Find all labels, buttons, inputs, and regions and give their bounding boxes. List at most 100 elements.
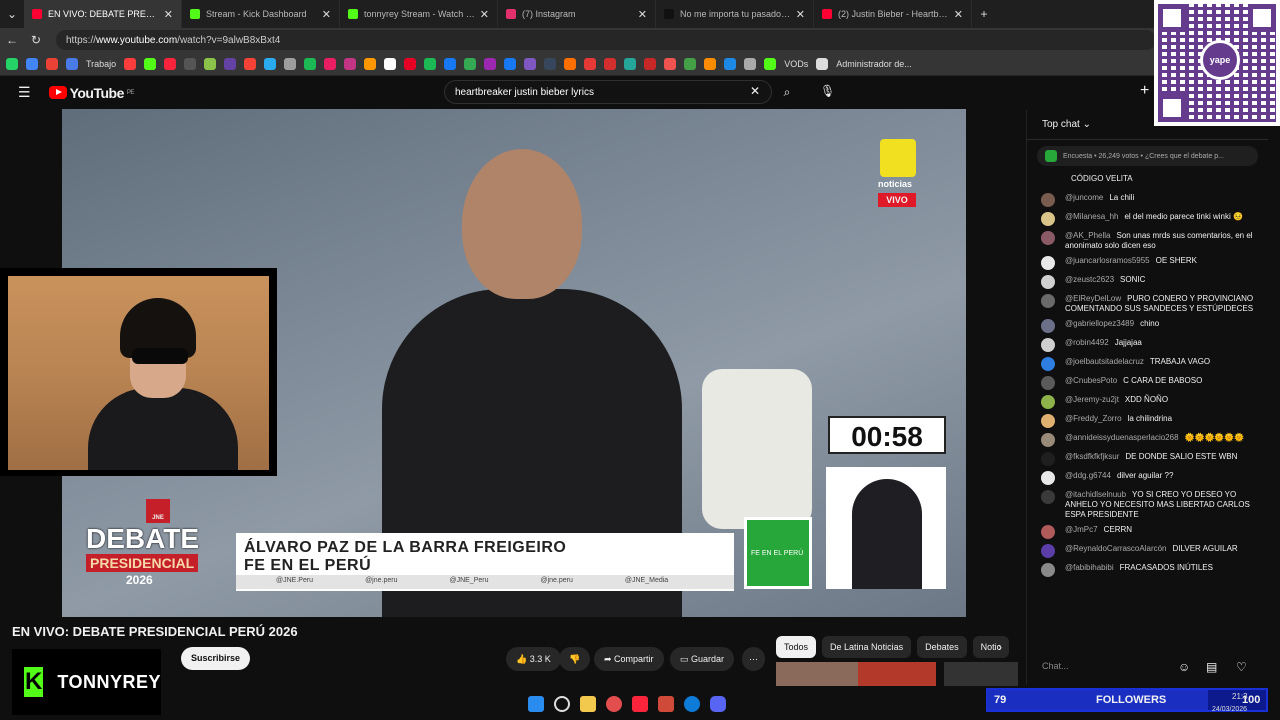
spotify-bookmark-icon[interactable]	[424, 57, 437, 70]
bookmark-icon[interactable]	[124, 57, 137, 70]
emoji-icon[interactable]: ☺	[1178, 660, 1190, 674]
chat-username[interactable]: @gabriellopez3489	[1065, 319, 1134, 328]
related-thumbnail[interactable]	[858, 662, 936, 686]
browser-tab[interactable]: (2) Justin Bieber - Heartbreaker (A ✕	[814, 0, 972, 28]
folder-bookmark-icon[interactable]	[66, 57, 78, 70]
close-tab-icon[interactable]: ✕	[164, 8, 173, 21]
vods-bookmark-icon[interactable]	[764, 57, 777, 70]
related-thumbnail[interactable]	[944, 662, 1018, 686]
chat-message[interactable]: @robin4492 Jajjajaa	[1027, 336, 1268, 355]
chat-username[interactable]: @Jeremy-zu2jt	[1065, 395, 1119, 404]
bookmark-trabajo[interactable]: Trabajo	[86, 59, 116, 69]
chat-message[interactable]: @ReynaldoCarrascoAlarcón DILVER AGUILAR	[1027, 542, 1268, 561]
facebook-bookmark-icon[interactable]	[504, 57, 517, 70]
url-field[interactable]: https://www.youtube.com/watch?v=9alwB8xB…	[56, 30, 1156, 50]
chat-username[interactable]: @robin4492	[1065, 338, 1109, 347]
chat-message[interactable]: @zeustc2623 SONIC	[1027, 273, 1268, 292]
avatar[interactable]	[1041, 319, 1055, 333]
chevron-right-icon[interactable]: ›	[998, 640, 1002, 654]
app-icon[interactable]	[606, 696, 622, 712]
chat-username[interactable]: @zeustc2623	[1065, 275, 1114, 284]
chat-message[interactable]: @ddg.g6744 dilver aguilar ??	[1027, 469, 1268, 488]
chat-username[interactable]: @ReynaldoCarrascoAlarcón	[1065, 544, 1167, 553]
avatar[interactable]	[1041, 433, 1055, 447]
avatar[interactable]	[1041, 544, 1055, 558]
chat-message[interactable]: CÓDIGO VELITA	[1027, 172, 1268, 191]
chat-message[interactable]: @annideissyduenasperlacio268 🌞🌞🌞🌞🌞🌞	[1027, 431, 1268, 450]
browser-tab[interactable]: EN VIVO: DEBATE PRESIDENCIAL ✕	[24, 0, 182, 28]
bookmark-icon[interactable]	[724, 57, 737, 70]
bookmark-icon[interactable]	[604, 57, 617, 70]
related-thumbnail[interactable]	[776, 662, 858, 686]
chat-input[interactable]: Chat...	[1034, 655, 1224, 679]
new-tab-button[interactable]: +	[972, 7, 996, 21]
tv-bookmark-icon[interactable]	[184, 57, 197, 70]
search-input[interactable]: heartbreaker justin bieber lyrics	[444, 80, 772, 104]
discord-icon[interactable]	[710, 696, 726, 712]
avatar[interactable]	[1041, 471, 1055, 485]
chat-message[interactable]: @AK_Phella Son unas mrds sus comentarios,…	[1027, 229, 1268, 254]
close-tab-icon[interactable]: ✕	[322, 8, 331, 21]
bookmark-icon[interactable]	[444, 57, 457, 70]
chat-username[interactable]: @JmPc7	[1065, 525, 1098, 534]
chat-message[interactable]: @fabibihabibi FRACASADOS INÚTILES	[1027, 561, 1268, 580]
x-bookmark-icon[interactable]	[384, 57, 397, 70]
avatar[interactable]	[1041, 376, 1055, 390]
chat-username[interactable]: @AK_Phella	[1065, 231, 1110, 240]
bookmark-icon[interactable]	[244, 57, 257, 70]
bookmark-icon[interactable]	[204, 57, 217, 70]
close-tab-icon[interactable]: ✕	[954, 8, 963, 21]
gmail-bookmark-icon[interactable]	[46, 57, 58, 70]
more-actions-button[interactable]: ⋯	[742, 647, 765, 671]
share-button[interactable]: ➦ Compartir	[594, 647, 664, 671]
menu-icon[interactable]: ☰	[18, 84, 31, 101]
music-bookmark-icon[interactable]	[164, 57, 177, 70]
like-button[interactable]: 👍 3.3 K	[506, 647, 561, 671]
edge-icon[interactable]	[684, 696, 700, 712]
chat-username[interactable]: @juncome	[1065, 193, 1103, 202]
chat-message[interactable]: @Milanesa_hh el del medio parece tinki wi…	[1027, 210, 1268, 229]
bookmark-vods[interactable]: VODs	[784, 59, 808, 69]
chat-message[interactable]: @fksdfkfkfjksur DE DONDE SALIO ESTE WBN	[1027, 450, 1268, 469]
bookmark-admin[interactable]: Administrador de...	[836, 59, 912, 69]
chat-username[interactable]: @juancarlosramos5955	[1065, 256, 1150, 265]
avatar[interactable]	[1041, 231, 1055, 245]
chat-username[interactable]: @ddg.g6744	[1065, 471, 1111, 480]
chat-message[interactable]: @itachidlselnuub YO SI CREO YO DESEO YO A…	[1027, 488, 1268, 523]
file-explorer-icon[interactable]	[580, 696, 596, 712]
avatar[interactable]	[1041, 275, 1055, 289]
bookmark-icon[interactable]	[284, 57, 297, 70]
chat-username[interactable]: @fksdfkfkfjksur	[1065, 452, 1119, 461]
chat-message[interactable]: @ElReyDelLow PURO CONERO Y PROVINCIANO CO…	[1027, 292, 1268, 317]
youtube-logo[interactable]: YouTube PE	[48, 85, 134, 101]
drive-bookmark-icon[interactable]	[26, 57, 38, 70]
bookmark-icon[interactable]	[744, 57, 757, 70]
bookmark-icon[interactable]	[704, 57, 717, 70]
poll-banner[interactable]: Encuesta • 26,249 votos • ¿Crees que el …	[1037, 146, 1258, 166]
avatar[interactable]	[1041, 414, 1055, 428]
chip-noticias[interactable]: Notic	[972, 636, 1010, 658]
bookmark-icon[interactable]	[484, 57, 497, 70]
chat-username[interactable]: @ElReyDelLow	[1065, 294, 1121, 303]
avatar[interactable]	[1041, 338, 1055, 352]
bookmark-icon[interactable]	[224, 57, 237, 70]
avatar[interactable]	[1041, 490, 1055, 504]
browser-tab[interactable]: No me importa tu pasado: Un me ✕	[656, 0, 814, 28]
tab-list-button[interactable]: ⌄	[0, 7, 24, 21]
bookmark-icon[interactable]	[624, 57, 637, 70]
browser-tab[interactable]: Stream - Kick Dashboard ✕	[182, 0, 340, 28]
maps-bookmark-icon[interactable]	[464, 57, 477, 70]
chat-message[interactable]: @Freddy_Zorro la chilindrina	[1027, 412, 1268, 431]
search-icon[interactable]: ⌕	[772, 80, 802, 104]
bookmark-icon[interactable]	[684, 57, 697, 70]
avatar[interactable]	[1041, 452, 1055, 466]
mic-icon[interactable]: 🎙	[820, 84, 835, 98]
kick-bookmark-icon[interactable]	[144, 57, 157, 70]
close-tab-icon[interactable]: ✕	[796, 8, 805, 21]
chat-username[interactable]: @Freddy_Zorro	[1065, 414, 1122, 423]
avatar[interactable]	[1041, 256, 1055, 270]
chat-message[interactable]: @Jeremy-zu2jt XDD ÑOÑO	[1027, 393, 1268, 412]
music-icon[interactable]	[632, 696, 648, 712]
avatar[interactable]	[1041, 563, 1055, 577]
bookmark-icon[interactable]	[664, 57, 677, 70]
